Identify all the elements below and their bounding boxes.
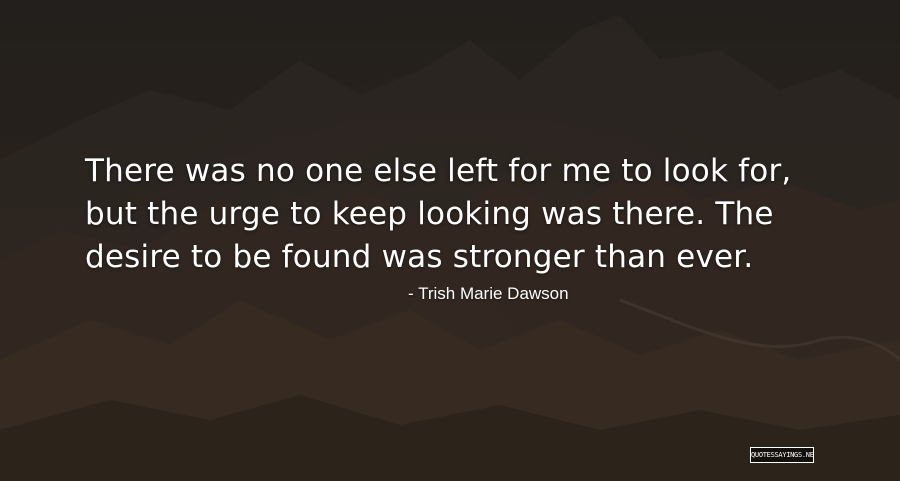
site-watermark: QUOTESSAYINGS.NET [750,447,814,463]
quote-line: There was no one else left for me to loo… [85,153,792,189]
quote-text: There was no one else left for me to loo… [85,150,845,279]
quote-line: desire to be found was stronger than eve… [85,239,754,275]
quote-line: but the urge to keep looking was there. … [85,196,774,232]
quote-image: There was no one else left for me to loo… [0,0,900,481]
quote-author: - Trish Marie Dawson [408,284,569,303]
